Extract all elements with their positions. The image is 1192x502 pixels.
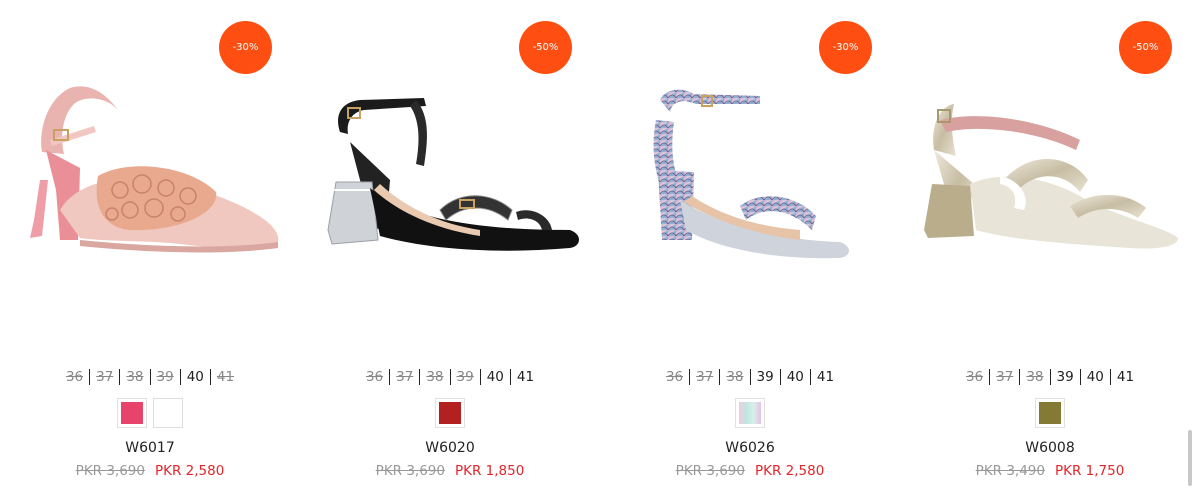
size-option[interactable]: 39 [749,369,780,385]
sale-price: PKR 1,750 [1055,463,1125,479]
size-option[interactable]: 36 [360,369,389,385]
discount-badge: -30% [219,21,272,74]
product-grid: -30% 36 37 38 39 40 41 W6017 PKR 3,690 P… [0,0,1192,502]
size-option[interactable]: 38 [719,369,749,385]
discount-badge: -30% [819,21,872,74]
discount-badge: -50% [1119,21,1172,74]
product-card[interactable]: -50% 36 37 38 39 40 41 W6020 PKR 3,690 P… [300,0,600,502]
size-option[interactable]: 40 [779,369,810,385]
product-sku[interactable]: W6017 [0,440,300,456]
size-option[interactable]: 39 [1049,369,1080,385]
product-sku[interactable]: W6008 [900,440,1192,456]
original-price: PKR 3,490 [975,463,1045,479]
size-option[interactable]: 39 [149,369,180,385]
black-clear-heel-sandal-icon [327,98,579,251]
size-option[interactable]: 40 [179,369,210,385]
original-price: PKR 3,690 [675,463,745,479]
color-swatch-white[interactable] [153,398,183,428]
price-row: PKR 3,490 PKR 1,750 [900,463,1192,479]
size-option[interactable]: 38 [119,369,149,385]
size-list: 36 37 38 39 40 41 [900,369,1192,385]
color-swatches [300,398,600,428]
color-swatches [900,398,1192,428]
size-option[interactable]: 41 [509,369,540,385]
size-list: 36 37 38 39 40 41 [600,369,900,385]
sale-price: PKR 1,850 [455,463,525,479]
color-swatch-red[interactable] [435,398,465,428]
size-option[interactable]: 41 [1109,369,1140,385]
price-row: PKR 3,690 PKR 2,580 [0,463,300,479]
size-option[interactable]: 37 [89,369,119,385]
size-option[interactable]: 41 [209,369,240,385]
sale-price: PKR 2,580 [155,463,225,479]
size-option[interactable]: 40 [479,369,510,385]
page-scrollbar[interactable] [1188,430,1192,486]
discount-badge: -50% [519,21,572,74]
pink-floral-sandal-icon [30,86,279,253]
size-list: 36 37 38 39 40 41 [0,369,300,385]
color-swatch-olive[interactable] [1035,398,1065,428]
product-image[interactable] [320,80,590,280]
size-option[interactable]: 38 [419,369,449,385]
color-swatches [0,398,300,428]
size-option[interactable]: 36 [660,369,689,385]
price-row: PKR 3,690 PKR 2,580 [600,463,900,479]
product-image[interactable] [20,80,290,280]
size-option[interactable]: 37 [689,369,719,385]
product-card[interactable]: -50% 36 37 38 39 40 41 W6008 PKR 3,490 P… [900,0,1192,502]
snakeskin-sandal-icon [653,89,849,259]
product-card[interactable]: -30% 36 37 38 39 40 41 W6026 PKR 3,690 P… [600,0,900,502]
size-list: 36 37 38 39 40 41 [300,369,600,385]
size-option[interactable]: 37 [989,369,1019,385]
original-price: PKR 3,690 [75,463,145,479]
size-option[interactable]: 41 [809,369,840,385]
gold-metallic-sandal-icon [924,104,1178,249]
color-swatches [600,398,900,428]
size-option[interactable]: 36 [960,369,989,385]
product-image[interactable] [920,80,1190,280]
product-sku[interactable]: W6020 [300,440,600,456]
price-row: PKR 3,690 PKR 1,850 [300,463,600,479]
product-image[interactable] [620,80,890,280]
product-card[interactable]: -30% 36 37 38 39 40 41 W6017 PKR 3,690 P… [0,0,300,502]
size-option[interactable]: 38 [1019,369,1049,385]
size-option[interactable]: 40 [1079,369,1110,385]
product-sku[interactable]: W6026 [600,440,900,456]
color-swatch-pink[interactable] [117,398,147,428]
size-option[interactable]: 36 [60,369,89,385]
original-price: PKR 3,690 [375,463,445,479]
size-option[interactable]: 37 [389,369,419,385]
size-option[interactable]: 39 [449,369,480,385]
color-swatch-multicolor[interactable] [735,398,765,428]
sale-price: PKR 2,580 [755,463,825,479]
